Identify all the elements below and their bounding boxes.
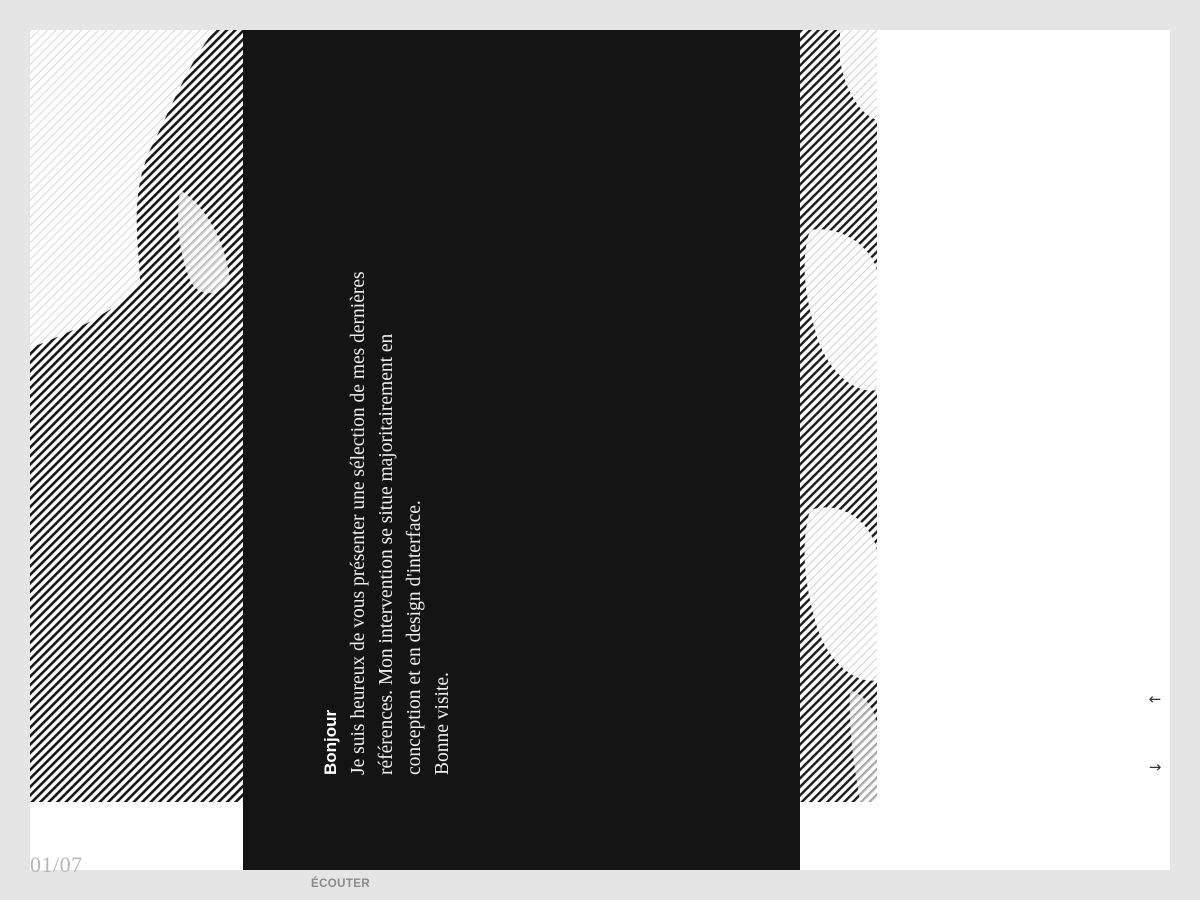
greeting-heading: Bonjour	[321, 709, 340, 775]
next-arrow-icon[interactable]: →	[1145, 758, 1165, 776]
intro-text-block: Bonjour Je suis heureux de vous présente…	[317, 185, 492, 775]
slide-counter: 01/07	[30, 852, 83, 877]
intro-line: Je suis heureux de vous présenter une sé…	[348, 271, 369, 775]
intro-line: Bonne visite.	[432, 672, 453, 775]
listen-button[interactable]: ÉCOUTER	[311, 878, 370, 890]
intro-line: références. Mon intervention se situe ma…	[376, 333, 397, 775]
portrait-hatched-image-right	[800, 30, 877, 802]
intro-line: conception et en design d'interface.	[404, 500, 425, 775]
slide-stage: Bonjour Je suis heureux de vous présente…	[30, 30, 1170, 870]
intro-text-panel: Bonjour Je suis heureux de vous présente…	[243, 30, 800, 870]
portrait-hatched-image-left	[30, 30, 243, 802]
previous-arrow-icon[interactable]: ←	[1145, 690, 1165, 708]
